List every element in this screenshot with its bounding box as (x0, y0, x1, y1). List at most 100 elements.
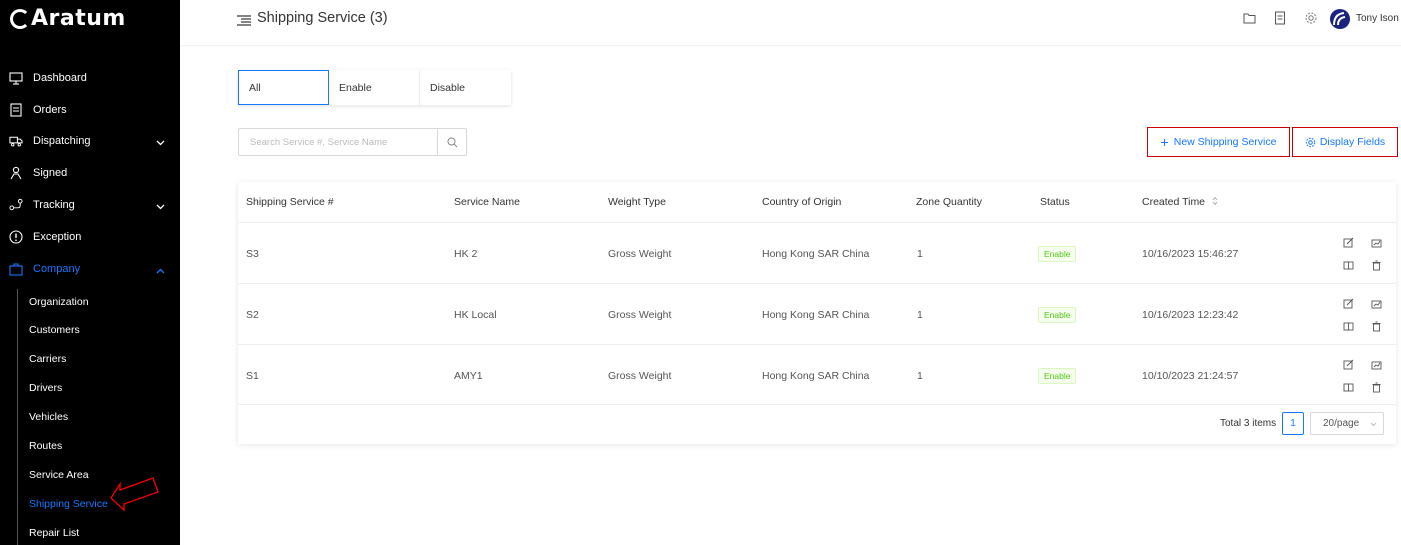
sidebar: Aratum Dashboard Orders Dispatching Sign… (0, 0, 180, 545)
user-name[interactable]: Tony Ison (1356, 13, 1399, 24)
column-header: Country of Origin (762, 196, 842, 208)
column-header: Status (1040, 196, 1070, 208)
display-fields-button[interactable]: Display Fields (1292, 127, 1398, 157)
cell-country: Hong Kong SAR China (762, 248, 870, 260)
new-shipping-service-button[interactable]: + New Shipping Service (1147, 127, 1290, 157)
truck-icon (9, 134, 23, 148)
sidebar-subitem-routes[interactable]: Routes (29, 436, 62, 456)
sidebar-item-signed[interactable]: Signed (0, 160, 180, 186)
edit-icon[interactable] (1343, 357, 1354, 370)
menu-collapse-icon[interactable] (237, 13, 251, 31)
cell-zone-quantity: 1 (917, 309, 923, 321)
table-row: S3 HK 2 Gross Weight Hong Kong SAR China… (238, 222, 1396, 283)
header-divider (180, 45, 1401, 46)
cell-service-name: HK Local (454, 309, 497, 321)
plus-icon: + (1160, 134, 1169, 150)
sidebar-subitem-carriers[interactable]: Carriers (29, 349, 66, 369)
column-header: Zone Quantity (916, 196, 982, 208)
search-input[interactable] (239, 129, 438, 155)
cell-weight-type: Gross Weight (608, 309, 672, 321)
logo-mark-icon (10, 8, 30, 29)
page-number-button[interactable]: 1 (1282, 412, 1304, 435)
status-badge: Enable (1038, 307, 1077, 323)
tab-enable[interactable]: Enable (329, 70, 420, 105)
cell-created-time: 10/16/2023 12:23:42 (1142, 309, 1239, 321)
book-icon[interactable] (1343, 380, 1354, 392)
cell-created-time: 10/16/2023 15:46:27 (1142, 248, 1239, 260)
trash-icon[interactable] (1371, 319, 1382, 332)
column-header: Weight Type (608, 196, 666, 208)
sidebar-item-dashboard[interactable]: Dashboard (0, 65, 180, 91)
edit-icon[interactable] (1343, 296, 1354, 309)
trash-icon[interactable] (1371, 380, 1382, 393)
search-box (238, 128, 467, 156)
sidebar-item-dispatching[interactable]: Dispatching (0, 128, 180, 154)
table-row: S2 HK Local Gross Weight Hong Kong SAR C… (238, 283, 1396, 344)
sidebar-subitem-repair-list[interactable]: Repair List (29, 523, 79, 543)
sidebar-item-label: Dashboard (33, 72, 87, 84)
cell-service-name: AMY1 (454, 370, 483, 382)
sidebar-item-label: Dispatching (33, 135, 91, 147)
shipping-service-table: Shipping Service # Service Name Weight T… (238, 182, 1396, 444)
gear-icon[interactable] (1304, 11, 1318, 25)
cell-country: Hong Kong SAR China (762, 370, 870, 382)
cell-weight-type: Gross Weight (608, 248, 672, 260)
sidebar-subitem-shipping-service[interactable]: Shipping Service (29, 494, 108, 514)
sidebar-subitem-customers[interactable]: Customers (29, 320, 80, 340)
tab-disable[interactable]: Disable (420, 70, 511, 105)
column-header: Shipping Service # (246, 196, 334, 208)
logo[interactable]: Aratum (10, 6, 126, 31)
sort-icon (1212, 196, 1218, 206)
book-icon[interactable] (1343, 319, 1354, 331)
edit-icon[interactable] (1343, 235, 1354, 248)
column-header-created-time[interactable]: Created Time (1142, 196, 1218, 208)
cell-created-time: 10/10/2023 21:24:57 (1142, 370, 1239, 382)
page-size-select[interactable]: 20/page (1310, 412, 1384, 435)
monitor-icon (9, 71, 23, 85)
gear-icon (1305, 137, 1316, 147)
avatar[interactable] (1330, 9, 1350, 29)
search-icon (447, 137, 457, 147)
cell-zone-quantity: 1 (917, 248, 923, 260)
sidebar-item-orders[interactable]: Orders (0, 97, 180, 123)
sidebar-item-label: Tracking (33, 199, 75, 211)
sidebar-subitem-vehicles[interactable]: Vehicles (29, 407, 68, 427)
company-icon (9, 262, 23, 276)
zone-chart-icon[interactable] (1371, 357, 1382, 370)
chevron-up-icon (156, 265, 165, 274)
cell-service-id: S3 (246, 248, 259, 260)
file-icon[interactable] (1274, 11, 1288, 25)
status-filter-tabs: All Enable Disable (238, 70, 511, 105)
table-row: S1 AMY1 Gross Weight Hong Kong SAR China… (238, 344, 1396, 405)
cell-service-id: S1 (246, 370, 259, 382)
sidebar-subitem-organization[interactable]: Organization (29, 292, 89, 312)
document-icon (9, 103, 23, 117)
sidebar-item-label: Signed (33, 167, 68, 179)
exclamation-icon (9, 230, 23, 244)
sidebar-subitem-service-area[interactable]: Service Area (29, 465, 89, 485)
zone-chart-icon[interactable] (1371, 296, 1382, 309)
search-button[interactable] (437, 129, 466, 155)
sidebar-subitem-drivers[interactable]: Drivers (29, 378, 62, 398)
zone-chart-icon[interactable] (1371, 235, 1382, 248)
cell-weight-type: Gross Weight (608, 370, 672, 382)
cell-zone-quantity: 1 (917, 370, 923, 382)
status-badge: Enable (1038, 368, 1077, 384)
sidebar-item-company[interactable]: Company (0, 256, 180, 282)
trash-icon[interactable] (1371, 258, 1382, 271)
sidebar-item-tracking[interactable]: Tracking (0, 192, 180, 218)
chevron-down-icon (1370, 422, 1377, 427)
chevron-down-icon (156, 137, 165, 146)
sidebar-item-label: Exception (33, 231, 82, 243)
cell-service-name: HK 2 (454, 248, 478, 260)
sidebar-item-label: Company (33, 263, 81, 275)
book-icon[interactable] (1343, 258, 1354, 270)
folder-icon[interactable] (1243, 11, 1257, 25)
cell-country: Hong Kong SAR China (762, 309, 870, 321)
pagination-total: Total 3 items (1220, 418, 1277, 429)
page-title: Shipping Service (3) (257, 10, 388, 26)
sidebar-item-exception[interactable]: Exception (0, 224, 180, 250)
signature-icon (9, 166, 23, 180)
sidebar-item-label: Orders (33, 104, 67, 116)
tab-all[interactable]: All (238, 70, 329, 105)
